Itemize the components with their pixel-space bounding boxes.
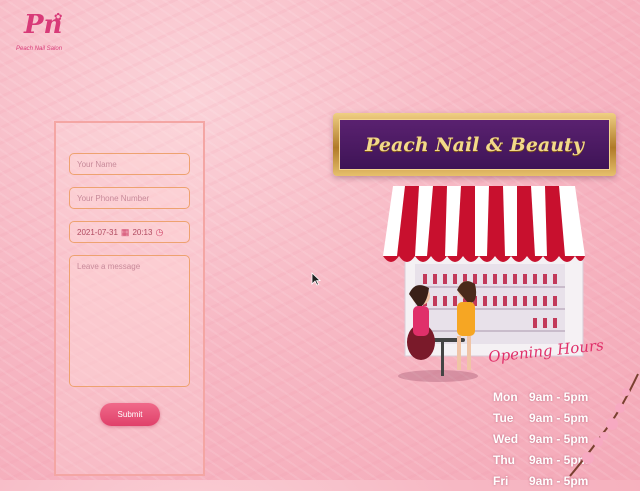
salon-sign: Peach Nail & Beauty (333, 113, 616, 176)
clock-icon[interactable]: ◷ (155, 227, 163, 238)
cursor-icon (311, 272, 321, 286)
calendar-icon[interactable]: ▦ (121, 227, 130, 238)
datetime-field[interactable]: 2021-07-31 ▦ 20:13 ◷ (69, 221, 190, 243)
day-label: Mon (493, 389, 518, 404)
phone-input[interactable] (69, 187, 190, 209)
day-label: Wed (493, 431, 519, 446)
brand-logo[interactable]: Pn ✿ Peach Nail Salon (14, 10, 64, 56)
sign-panel: Peach Nail & Beauty (339, 119, 610, 170)
logo-star-icon: ✿ (54, 12, 63, 23)
date-value: 2021-07-31 (77, 227, 118, 237)
name-input[interactable] (69, 153, 190, 175)
sign-title: Peach Nail & Beauty (365, 133, 584, 156)
logo-text: Peach Nail Salon (16, 46, 63, 52)
message-textarea[interactable] (69, 255, 190, 387)
day-label: Thu (493, 452, 515, 467)
booking-form: 2021-07-31 ▦ 20:13 ◷ Submit (54, 121, 205, 476)
cherry-blossom-decoration (569, 373, 639, 477)
time-value: 20:13 (132, 227, 153, 237)
submit-button[interactable]: Submit (100, 403, 160, 426)
day-label: Fri (493, 473, 509, 488)
day-label: Tue (493, 410, 514, 425)
